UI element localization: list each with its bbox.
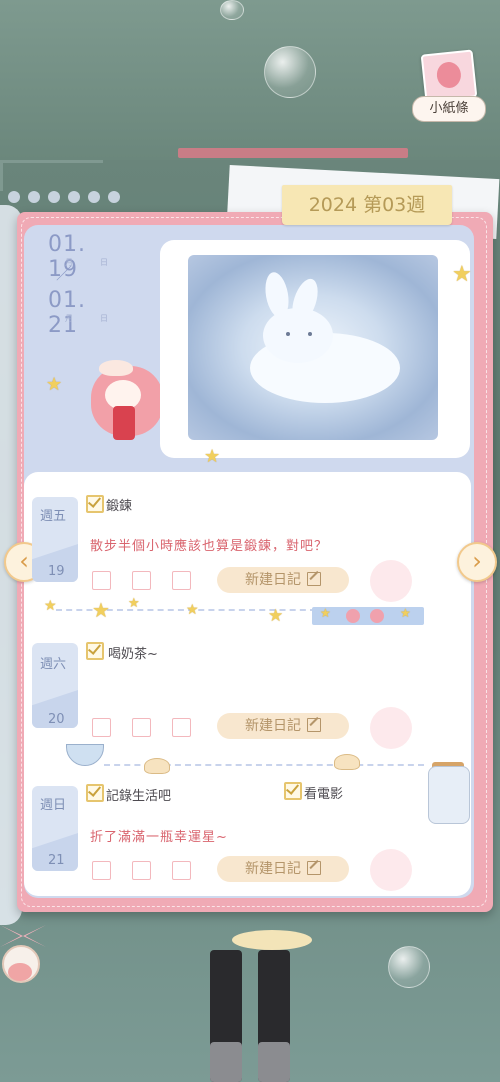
chibi-girl-sticker bbox=[83, 358, 169, 444]
week-label: 2024 第03週 bbox=[282, 185, 452, 225]
empty-slot[interactable] bbox=[132, 571, 151, 590]
edit-icon bbox=[307, 861, 321, 875]
star-sticker-icon: ★ bbox=[204, 446, 221, 467]
bubble-decoration bbox=[388, 946, 430, 988]
new-diary-label: 新建日記 bbox=[245, 718, 301, 734]
bunny-eye bbox=[308, 332, 312, 336]
notes-icon[interactable] bbox=[420, 49, 478, 103]
snow-bunny-icon bbox=[228, 268, 418, 418]
leg bbox=[258, 950, 290, 1082]
notes-label[interactable]: 小紙條 bbox=[412, 96, 486, 122]
doll-icon bbox=[370, 609, 384, 623]
edit-icon bbox=[307, 718, 321, 732]
binder-hole bbox=[28, 191, 40, 203]
todo-label: 看電影 bbox=[304, 787, 344, 802]
empty-slot[interactable] bbox=[132, 718, 151, 737]
weekday-label: 週五 bbox=[40, 509, 67, 524]
star-sticker-icon: ★ bbox=[128, 596, 140, 611]
empty-slot[interactable] bbox=[92, 718, 111, 737]
diary-note: 折了滿滿一瓶幸運星~ bbox=[90, 830, 228, 845]
bunny-eye bbox=[286, 332, 290, 336]
weekday-label: 週六 bbox=[40, 657, 67, 672]
binder-hole bbox=[88, 191, 100, 203]
weekday-label: 週日 bbox=[40, 798, 67, 813]
leg bbox=[210, 950, 242, 1082]
dumpling-sticker-icon bbox=[334, 754, 360, 770]
new-diary-label: 新建日記 bbox=[245, 861, 301, 877]
character-legs bbox=[208, 950, 292, 1082]
chevron-right-icon: › bbox=[472, 547, 482, 575]
binder-holes bbox=[8, 184, 128, 210]
day-number: 21 bbox=[48, 853, 65, 868]
new-diary-label: 新建日記 bbox=[245, 572, 301, 588]
next-page-button[interactable]: › bbox=[457, 542, 497, 582]
boot bbox=[258, 1042, 290, 1082]
star-sticker-icon: ★ bbox=[186, 602, 199, 618]
new-diary-button[interactable]: 新建日記 bbox=[217, 567, 349, 593]
todo-checkbox[interactable] bbox=[284, 782, 302, 800]
star-jar-sticker-icon bbox=[428, 766, 470, 824]
todo-label: 記錄生活吧 bbox=[106, 789, 172, 804]
empty-slot[interactable] bbox=[92, 861, 111, 880]
start-day-unit: 日 bbox=[100, 258, 108, 267]
star-sticker-icon: ★ bbox=[46, 374, 63, 395]
edit-icon bbox=[307, 572, 321, 586]
todo-checkbox[interactable] bbox=[86, 495, 104, 513]
empty-slot[interactable] bbox=[172, 861, 191, 880]
star-icon: ★ bbox=[320, 606, 331, 620]
diary-note: 散步半個小時應該也算是鍛鍊，對吧？ bbox=[90, 539, 329, 554]
empty-slot[interactable] bbox=[172, 571, 191, 590]
doll-icon bbox=[346, 609, 360, 623]
empty-slot[interactable] bbox=[92, 571, 111, 590]
girl-portrait-icon bbox=[435, 60, 463, 90]
todo-checkbox[interactable] bbox=[86, 642, 104, 660]
background-rail bbox=[178, 148, 408, 158]
bear-ornament-icon bbox=[0, 905, 60, 1015]
coat bbox=[113, 406, 135, 440]
bow bbox=[0, 925, 46, 947]
bubble-decoration bbox=[220, 0, 244, 20]
todo-checkbox[interactable] bbox=[86, 784, 104, 802]
end-day-unit: 日 bbox=[100, 314, 108, 323]
mood-stamp-circle[interactable] bbox=[370, 849, 412, 891]
boot bbox=[210, 1042, 242, 1082]
star-sticker-icon: ★ bbox=[92, 598, 110, 622]
washi-tape-sticker: ★ ★ bbox=[312, 606, 424, 625]
binder-hole bbox=[48, 191, 60, 203]
binder-hole bbox=[108, 191, 120, 203]
notebook-bottom-tab bbox=[232, 930, 312, 950]
new-diary-button[interactable]: 新建日記 bbox=[217, 713, 349, 739]
empty-slot[interactable] bbox=[172, 718, 191, 737]
star-sticker-icon: ★ bbox=[452, 262, 472, 287]
bubble-decoration bbox=[264, 46, 316, 98]
todo-label: 鍛鍊 bbox=[106, 499, 133, 514]
dumpling-sticker-icon bbox=[144, 758, 170, 774]
binder-hole bbox=[68, 191, 80, 203]
star-sticker-icon: ★ bbox=[268, 606, 284, 626]
mood-stamp-circle[interactable] bbox=[370, 707, 412, 749]
empty-slot[interactable] bbox=[132, 861, 151, 880]
star-icon: ★ bbox=[400, 606, 411, 620]
mood-stamp-circle[interactable] bbox=[370, 560, 412, 602]
date-separator: ／ bbox=[56, 264, 74, 283]
paw-pad bbox=[8, 963, 32, 981]
end-month-unit: 月 bbox=[65, 314, 73, 323]
star-sticker-icon: ★ bbox=[44, 598, 57, 614]
hat bbox=[99, 360, 133, 376]
day-number: 19 bbox=[48, 564, 65, 579]
binder-hole bbox=[8, 191, 20, 203]
day-number: 20 bbox=[48, 712, 65, 727]
chevron-left-icon: ‹ bbox=[19, 547, 29, 575]
new-diary-button[interactable]: 新建日記 bbox=[217, 856, 349, 882]
bunny-head bbox=[263, 308, 333, 363]
todo-label: 喝奶茶~ bbox=[108, 647, 158, 662]
